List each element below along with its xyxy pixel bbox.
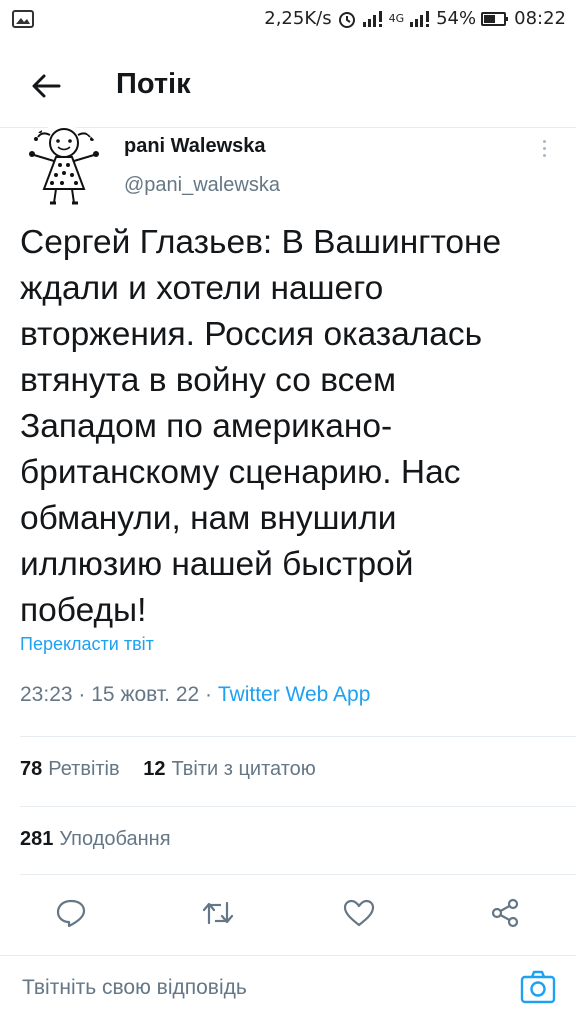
avatar[interactable] [20, 125, 104, 209]
signal-icon [362, 10, 382, 27]
tweet-meta: 23:23 · 15 жовт. 22 · Twitter Web App [20, 683, 370, 707]
camera-icon [520, 970, 556, 1004]
meta-separator: · [78, 683, 86, 706]
status-indicators: 2,25K/s 4G 54% 08:22 [264, 8, 566, 29]
divider [20, 736, 576, 737]
signal-4g-icon [410, 10, 430, 27]
translate-tweet-link[interactable]: Перекласти твіт [20, 634, 154, 655]
alarm-icon [338, 11, 355, 28]
tweet-source-link[interactable]: Twitter Web App [218, 683, 371, 706]
reply-icon [56, 899, 86, 928]
share-icon [491, 898, 519, 928]
battery-percent: 54% [436, 8, 477, 29]
likes-stat[interactable]: 281 Уподобання [20, 828, 171, 851]
quotes-count: 12 [143, 758, 166, 780]
tweet-actions [0, 890, 576, 936]
tweet-time: 23:23 [20, 683, 73, 706]
like-button[interactable] [336, 890, 382, 936]
reply-bar [0, 955, 576, 1024]
stats-row-likes: 281 Уподобання [20, 828, 171, 851]
retweets-count: 78 [20, 758, 43, 780]
arrow-left-icon [32, 74, 61, 98]
divider [20, 806, 576, 807]
top-app-bar: Потік [0, 44, 576, 128]
network-type: 4G [388, 12, 405, 25]
more-options-icon[interactable] [530, 133, 558, 163]
tweet-text: Сергей Глазьев: В Вашингтоне ждали и хот… [20, 224, 502, 629]
divider [20, 874, 576, 875]
camera-button[interactable] [518, 968, 558, 1006]
back-button[interactable] [26, 66, 66, 106]
gallery-notification-icon [12, 9, 34, 34]
retweets-stat[interactable]: 78 Ретвітів [20, 758, 120, 781]
display-name[interactable]: pani Walewska [124, 135, 266, 158]
quotes-label: Твіти з цитатою [171, 758, 316, 780]
page-title: Потік [116, 68, 191, 100]
tweet-date: 15 жовт. 22 [91, 683, 200, 706]
retweet-button[interactable] [195, 890, 241, 936]
likes-count: 281 [20, 828, 54, 850]
share-button[interactable] [482, 890, 528, 936]
reply-button[interactable] [48, 890, 94, 936]
quotes-stat[interactable]: 12 Твіти з цитатою [143, 758, 316, 781]
reply-input[interactable] [22, 973, 482, 1003]
doll-avatar-icon [29, 128, 99, 205]
meta-separator: · [205, 683, 213, 706]
likes-label: Уподобання [59, 828, 171, 850]
status-bar: 2,25K/s 4G 54% 08:22 [0, 0, 576, 40]
network-speed: 2,25K/s [264, 8, 332, 29]
retweets-label: Ретвітів [48, 758, 120, 780]
like-icon [343, 899, 375, 927]
retweet-icon [202, 901, 234, 925]
clock: 08:22 [514, 8, 566, 29]
battery-icon [481, 11, 509, 26]
user-handle[interactable]: @pani_walewska [124, 174, 280, 197]
stats-row-retweets: 78 Ретвітів 12 Твіти з цитатою [20, 758, 316, 781]
